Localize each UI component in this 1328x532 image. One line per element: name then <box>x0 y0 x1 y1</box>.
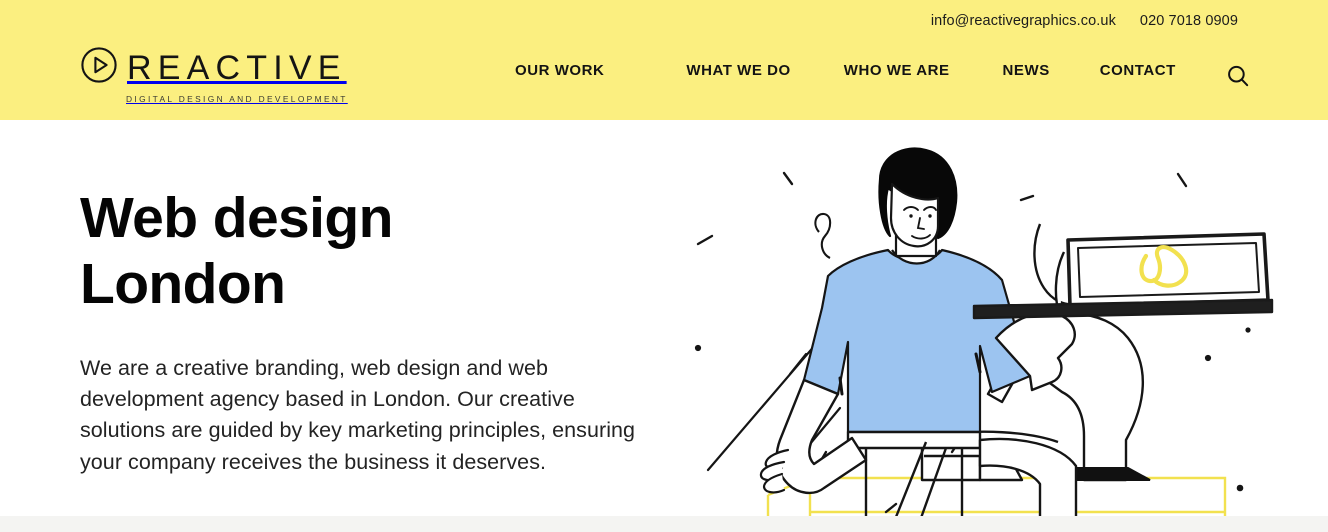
contact-email-link[interactable]: info@reactivegraphics.co.uk <box>931 13 1116 29</box>
nav-item-our-work[interactable]: OUR WORK <box>515 62 604 79</box>
nav-item-who-we-are[interactable]: WHO WE ARE <box>844 62 950 79</box>
logo-row: REACTIVE <box>80 46 347 89</box>
logo-tagline: DIGITAL DESIGN AND DEVELOPMENT <box>126 94 348 104</box>
header-contact-bar: info@reactivegraphics.co.uk 020 7018 090… <box>931 0 1328 42</box>
page-bottom-strip <box>0 516 1328 532</box>
search-icon[interactable] <box>1224 62 1252 90</box>
page-root: info@reactivegraphics.co.uk 020 7018 090… <box>0 0 1328 532</box>
illustration-shirt <box>802 248 1032 434</box>
illustration-loop-squiggle <box>814 212 832 259</box>
illustration-laptop <box>972 232 1274 320</box>
main-navigation: OUR WORK WHAT WE DO WHO WE ARE NEWS CONT… <box>515 62 1176 79</box>
nav-item-what-we-do[interactable]: WHAT WE DO <box>686 62 790 79</box>
page-title-line-2: London <box>80 251 286 316</box>
hero-illustration <box>680 140 1300 532</box>
page-title-line-1: Web design <box>80 186 393 250</box>
hero-text-block: Web design London We are a creative bran… <box>80 186 650 478</box>
site-logo[interactable]: REACTIVE DIGITAL DESIGN AND DEVELOPMENT <box>80 46 348 103</box>
contact-phone-link[interactable]: 020 7018 0909 <box>1140 13 1238 29</box>
play-circle-icon <box>80 46 118 89</box>
hero-paragraph: We are a creative branding, web design a… <box>80 355 636 474</box>
site-header: info@reactivegraphics.co.uk 020 7018 090… <box>0 0 1328 120</box>
illustration-head <box>878 147 958 258</box>
nav-item-news[interactable]: NEWS <box>1003 62 1050 79</box>
logo-wordmark: REACTIVE <box>127 48 347 87</box>
illustration-shoe <box>1075 467 1151 481</box>
nav-item-contact[interactable]: CONTACT <box>1100 62 1176 79</box>
page-title: Web design London <box>80 186 650 318</box>
